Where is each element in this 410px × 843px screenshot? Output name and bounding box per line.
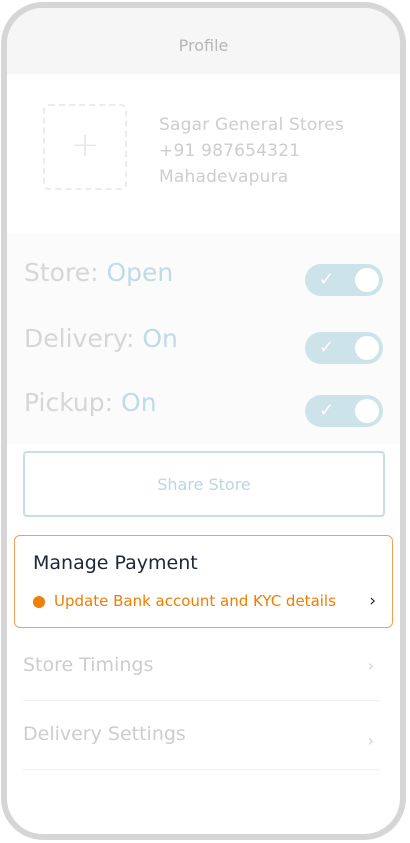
manage-payment-subtitle: Update Bank account and KYC details xyxy=(54,592,336,610)
delivery-key: Delivery: xyxy=(24,324,135,353)
check-icon: ✓ xyxy=(319,269,335,290)
delivery-toggle[interactable]: ✓ xyxy=(305,332,383,364)
pickup-value: On xyxy=(121,388,157,417)
store-card: + Sagar General Stores +91 987654321 Mah… xyxy=(7,74,400,234)
delivery-value: On xyxy=(142,324,178,353)
alert-dot-icon xyxy=(33,596,45,608)
check-icon: ✓ xyxy=(319,400,335,421)
delivery-settings-label: Delivery Settings xyxy=(23,723,186,745)
menu-item-delivery-settings[interactable]: Delivery Settings › xyxy=(23,701,380,770)
check-icon: ✓ xyxy=(319,337,335,358)
store-photo-upload[interactable]: + xyxy=(43,104,127,190)
share-store-button[interactable]: Share Store xyxy=(23,451,385,517)
store-status-key: Store: xyxy=(24,258,99,287)
phone-frame: Profile + Sagar General Stores +91 98765… xyxy=(1,2,406,840)
pickup-label: Pickup: On xyxy=(24,388,157,417)
store-timings-label: Store Timings xyxy=(23,654,154,676)
toggle-knob xyxy=(355,268,379,292)
store-status-row: Store: Open ✓ xyxy=(24,258,383,298)
chevron-right-icon: › xyxy=(367,731,374,750)
pickup-row: Pickup: On ✓ xyxy=(24,388,383,428)
store-info: Sagar General Stores +91 987654321 Mahad… xyxy=(159,112,344,190)
pickup-toggle[interactable]: ✓ xyxy=(305,395,383,427)
store-status-label: Store: Open xyxy=(24,258,173,287)
page-title: Profile xyxy=(178,36,229,55)
menu-item-store-timings[interactable]: Store Timings › xyxy=(23,632,380,701)
pickup-key: Pickup: xyxy=(24,388,114,417)
share-store-label: Share Store xyxy=(157,475,251,494)
toggle-knob xyxy=(355,399,379,423)
store-name: Sagar General Stores xyxy=(159,115,344,135)
store-phone: +91 987654321 xyxy=(159,141,301,161)
manage-payment-title: Manage Payment xyxy=(33,552,198,574)
toggle-section: Store: Open ✓ Delivery: On ✓ Pickup: On … xyxy=(7,234,400,444)
header: Profile xyxy=(7,8,400,74)
delivery-row: Delivery: On ✓ xyxy=(24,324,383,364)
screen: Profile + Sagar General Stores +91 98765… xyxy=(7,8,400,834)
store-location: Mahadevapura xyxy=(159,167,289,187)
delivery-label: Delivery: On xyxy=(24,324,178,353)
toggle-knob xyxy=(355,336,379,360)
plus-icon: + xyxy=(70,125,100,165)
chevron-right-icon: › xyxy=(369,591,376,611)
store-status-value: Open xyxy=(106,258,174,287)
chevron-right-icon: › xyxy=(367,656,374,675)
manage-payment-card[interactable]: Manage Payment Update Bank account and K… xyxy=(14,535,393,628)
store-status-toggle[interactable]: ✓ xyxy=(305,264,383,296)
